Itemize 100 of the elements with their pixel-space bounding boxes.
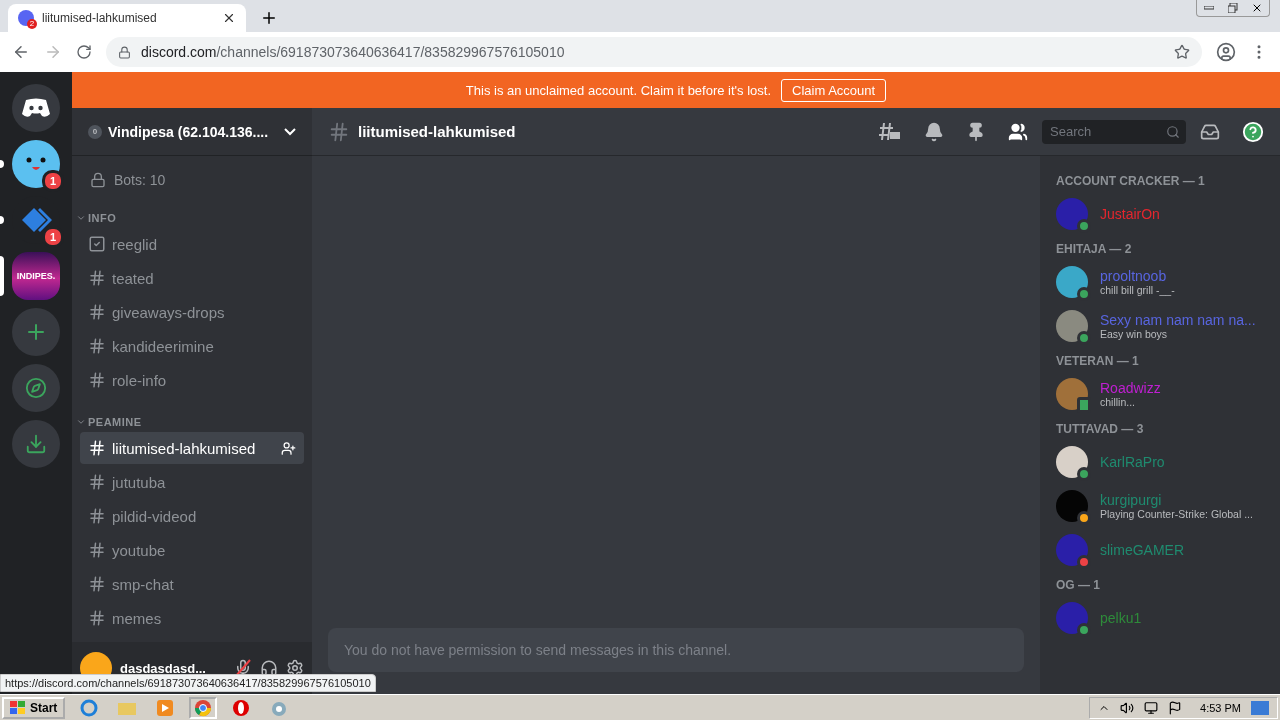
address-bar[interactable]: discord.com/channels/691873073640636417/835829967576105010 [106, 37, 1202, 67]
server-label: INDIPES. [16, 271, 56, 281]
flag-icon[interactable] [1168, 700, 1183, 715]
category-title[interactable]: INFO [88, 212, 117, 224]
channel-item[interactable]: memes [80, 602, 304, 634]
member-item[interactable]: pelku1 [1056, 596, 1272, 640]
back-icon[interactable] [12, 43, 30, 61]
checkbox-icon [88, 235, 106, 253]
new-tab-icon[interactable] [260, 9, 278, 27]
group-title: VETERAN — 1 [1056, 354, 1140, 368]
favicon-badge: 2 [27, 19, 37, 29]
mention-badge: 1 [42, 170, 64, 192]
channel-item[interactable]: smp-chat [80, 568, 304, 600]
group-title: OG — 1 [1056, 578, 1101, 592]
hash-icon [88, 541, 106, 559]
mention-badge: 1 [42, 226, 64, 248]
pin-icon[interactable] [966, 121, 986, 142]
chevron-down-icon [76, 417, 86, 427]
url-host: discord.com [141, 44, 217, 60]
status-url-tooltip: https://discord.com/channels/691873073640636417/835829967576105010 [0, 674, 376, 692]
search-field[interactable]: Search [1042, 119, 1186, 144]
hash-icon [88, 337, 106, 355]
chrome-icon[interactable] [189, 696, 218, 719]
download-button[interactable] [12, 420, 60, 468]
channel-item[interactable]: teated [80, 262, 304, 294]
explore-button[interactable] [12, 364, 60, 412]
hash-icon [88, 575, 106, 593]
channel-item[interactable]: kandideerimine [80, 330, 304, 362]
channel-item[interactable]: pildid-videod [80, 500, 304, 532]
member-name: KarlRaPro [1100, 454, 1166, 470]
channel-item[interactable]: reeglid [80, 228, 304, 260]
member-item[interactable]: slimeGAMER [1056, 528, 1272, 572]
member-item[interactable]: kurgipurgi Playing Counter-Strike: Global ... [1056, 484, 1272, 528]
tab-title: liitumised-lahkumised [42, 11, 158, 25]
start-button[interactable]: Start [2, 696, 66, 719]
hash-icon [88, 507, 106, 525]
channel-item[interactable]: giveaways-drops [80, 296, 304, 328]
member-name: prooltnoob [1100, 268, 1168, 284]
url-path: /channels/691873073640636417/835829967576105010 [216, 44, 566, 60]
channel-item[interactable]: role-info [80, 364, 304, 396]
group-title: ACCOUNT CRACKER — 1 [1056, 174, 1206, 188]
hash-icon [88, 473, 106, 491]
chevron-down-icon [284, 127, 296, 136]
boost-count: 0 [88, 124, 102, 139]
volume-icon[interactable] [1120, 700, 1135, 715]
search-input[interactable]: Search [1048, 123, 1166, 140]
hash-icon [88, 371, 106, 389]
server-name: Vindipesa (62.104.136.... [108, 123, 270, 140]
channel-item[interactable]: youtube [80, 534, 304, 566]
hash-icon [88, 609, 106, 627]
add-server-button[interactable] [12, 308, 60, 356]
hash-icon [88, 439, 106, 457]
member-item[interactable]: prooltnoob chill bill grill -__- [1056, 260, 1272, 304]
chevron-down-icon [76, 213, 86, 223]
member-name: Roadwizz [1100, 380, 1162, 396]
windows-logo-icon [10, 700, 26, 715]
member-item[interactable]: KarlRaPro [1056, 440, 1272, 484]
profile-icon[interactable] [1216, 42, 1236, 62]
bookmark-star-icon[interactable] [1174, 44, 1190, 60]
hash-icon [88, 303, 106, 321]
member-item[interactable]: Roadwizz chillin... [1056, 372, 1272, 416]
reload-icon[interactable] [76, 44, 92, 60]
member-name: kurgipurgi [1100, 492, 1163, 508]
lock-icon [118, 45, 131, 59]
hash-icon [88, 269, 106, 287]
member-status: chill bill grill -__- [1100, 284, 1175, 296]
group-title: EHITAJA — 2 [1056, 242, 1133, 256]
invite-icon[interactable] [281, 440, 296, 456]
claim-account-button[interactable]: Claim Account [781, 78, 887, 102]
help-icon[interactable] [1242, 120, 1264, 143]
download-icon [25, 433, 47, 455]
browser-tab[interactable]: 2 liitumised-lahkumised [8, 4, 246, 32]
server-icon[interactable] [12, 140, 60, 188]
channel-item[interactable]: liitumised-lahkumised [80, 432, 304, 464]
settings-icon[interactable] [286, 659, 304, 677]
lock-icon [90, 172, 106, 188]
headphones-icon[interactable] [260, 659, 278, 677]
member-item[interactable]: JustairOn [1056, 192, 1272, 236]
username: dasdasdasd... [120, 660, 207, 676]
discord-home-button[interactable] [12, 84, 60, 132]
compass-icon [25, 377, 47, 399]
desktop-icon[interactable] [1251, 700, 1269, 715]
bell-icon[interactable] [924, 121, 944, 142]
channel-title: liitumised-lahkumised [358, 123, 517, 140]
channel-item[interactable]: jututuba [80, 466, 304, 498]
close-icon[interactable] [222, 11, 236, 25]
member-status: Easy win boys [1100, 328, 1168, 340]
member-name: slimeGAMER [1100, 542, 1185, 558]
clock: 4:53 PM [1200, 701, 1241, 714]
bots-label: Bots: 10 [114, 172, 166, 188]
search-icon [1166, 124, 1180, 139]
banner-text: This is an unclaimed account. Claim it before it's lost. [465, 82, 772, 98]
category-title[interactable]: PEAMINE [88, 416, 142, 428]
members-icon[interactable] [1008, 121, 1028, 142]
member-name: JustairOn [1100, 206, 1161, 222]
member-item[interactable]: Sexy nam nam nam na... Easy win boys [1056, 304, 1272, 348]
network-icon[interactable] [1144, 700, 1159, 715]
microphone-muted-icon[interactable] [234, 659, 252, 677]
server-icon[interactable]: INDIPES. [12, 252, 60, 300]
member-name: pelku1 [1100, 610, 1143, 626]
